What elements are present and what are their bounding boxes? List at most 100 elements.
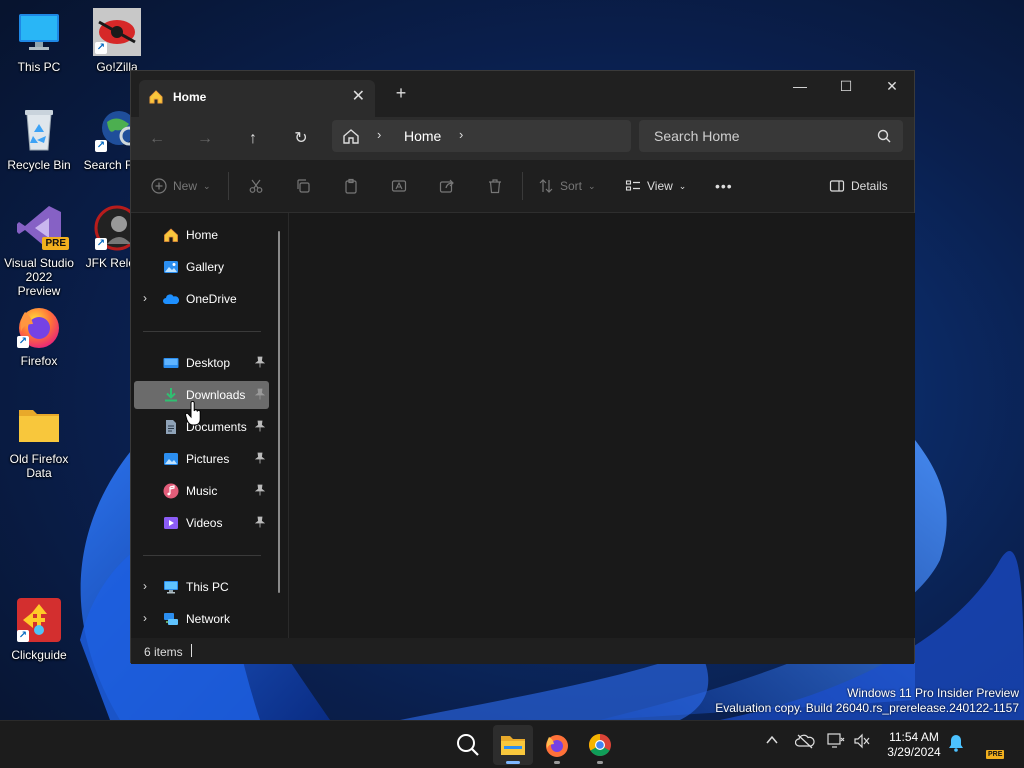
file-explorer-window[interactable]: Home ✕ + — ☐ ✕ ← → ↑ ↻ › Home › Search H… [130, 70, 915, 664]
sidebar-item-network[interactable]: › Network [134, 605, 269, 633]
chevron-right-icon[interactable]: › [143, 579, 147, 593]
clock[interactable]: 11:54 AM 3/29/2024 [876, 730, 952, 760]
desktop-icon-label: Clickguide [11, 648, 67, 662]
hand-cursor-icon [185, 400, 203, 427]
sidebar-item-desktop[interactable]: Desktop [134, 349, 269, 377]
chevron-right-icon[interactable]: › [143, 291, 147, 305]
desktop-icon-old-firefox-data[interactable]: Old Firefox Data [3, 400, 75, 480]
details-button[interactable]: Details [829, 175, 888, 197]
visual-studio-icon: PRE [15, 204, 69, 252]
breadcrumb-chevron-icon[interactable]: › [459, 127, 463, 142]
desktop-icon-recycle-bin[interactable]: Recycle Bin [3, 106, 75, 172]
sidebar-item-pictures[interactable]: Pictures [134, 445, 269, 473]
shortcut-arrow-icon: ↗ [17, 336, 29, 348]
view-button[interactable]: View ⌄ [625, 175, 686, 197]
sidebar-item-label: OneDrive [186, 292, 237, 306]
taskbar-firefox-button[interactable] [537, 725, 577, 765]
sort-button[interactable]: Sort ⌄ [538, 175, 596, 197]
active-indicator [506, 761, 520, 764]
close-tab-icon[interactable]: ✕ [352, 86, 365, 106]
more-options-button[interactable]: ••• [715, 175, 733, 197]
new-tab-button[interactable]: + [389, 83, 413, 104]
sidebar-item-onedrive[interactable]: › OneDrive [134, 285, 269, 313]
tray-pre-label: PRE [986, 750, 1005, 759]
sidebar-item-home[interactable]: Home [134, 221, 269, 249]
delete-button[interactable] [487, 175, 503, 197]
forward-button[interactable]: → [191, 125, 219, 153]
taskbar-search-button[interactable] [448, 725, 488, 765]
desktop-icon-this-pc[interactable]: This PC [3, 8, 75, 74]
network-status-icon[interactable] [827, 733, 845, 752]
navigation-pane[interactable]: Home Gallery › OneDrive Desktop Download… [131, 213, 289, 638]
monitor-icon [163, 579, 179, 595]
breadcrumb-chevron-icon[interactable]: › [377, 127, 381, 142]
new-label: New [173, 179, 198, 193]
desktop-icon-visual-studio[interactable]: PRE Visual Studio 2022 Preview [3, 204, 75, 298]
title-bar[interactable]: Home ✕ + — ☐ ✕ [131, 71, 914, 117]
refresh-button[interactable]: ↻ [287, 125, 315, 153]
pre-badge: PRE [42, 237, 69, 250]
volume-muted-icon[interactable] [853, 733, 871, 752]
pin-icon[interactable] [254, 484, 266, 496]
pin-icon[interactable] [254, 388, 266, 400]
sidebar-scrollbar[interactable] [278, 231, 280, 593]
sidebar-item-music[interactable]: Music [134, 477, 269, 505]
cut-button[interactable] [248, 175, 264, 197]
file-list-area[interactable] [289, 213, 915, 638]
close-window-button[interactable]: ✕ [869, 71, 915, 101]
search-box[interactable]: Search Home [639, 120, 903, 152]
sidebar-item-label: Music [186, 484, 218, 498]
pin-icon[interactable] [254, 452, 266, 464]
clipboard-icon [345, 178, 357, 194]
sidebar-item-label: Pictures [186, 452, 230, 466]
sort-icon [539, 179, 553, 193]
firefox-icon [546, 735, 568, 757]
chrome-icon [589, 734, 611, 756]
pin-icon[interactable] [254, 356, 266, 368]
desktop-icon-gozilla[interactable]: ↗ Go!Zilla [81, 8, 153, 74]
share-icon [439, 179, 454, 193]
pin-icon[interactable] [254, 516, 266, 528]
desktop-icon-firefox[interactable]: ↗ Firefox [3, 302, 75, 368]
taskbar-file-explorer-button[interactable] [493, 725, 533, 765]
rename-button[interactable] [391, 175, 407, 197]
share-button[interactable] [439, 175, 455, 197]
breadcrumb-home[interactable]: Home [404, 128, 441, 144]
copy-button[interactable] [295, 175, 311, 197]
desktop-icon-label: This PC [17, 60, 61, 74]
sidebar-item-gallery[interactable]: Gallery [134, 253, 269, 281]
chevron-down-icon: ⌄ [203, 180, 211, 191]
notification-bell-icon[interactable] [948, 734, 964, 755]
new-button[interactable]: New ⌄ [151, 175, 211, 197]
sidebar-item-this-pc[interactable]: › This PC [134, 573, 269, 601]
show-hidden-icons-chevron-icon[interactable] [765, 733, 779, 750]
search-icon [877, 129, 891, 143]
copy-icon [297, 179, 310, 193]
desktop-icon-clickguide[interactable]: ↗ Clickguide [3, 596, 75, 662]
build-watermark: Windows 11 Pro Insider Preview Evaluatio… [715, 686, 1019, 716]
sidebar-item-label: Downloads [186, 388, 246, 402]
pin-icon[interactable] [254, 420, 266, 432]
clock-time: 11:54 AM [889, 730, 939, 744]
recycle-bin-icon [15, 106, 63, 154]
onedrive-offline-icon[interactable] [794, 733, 815, 752]
desktop-icon-label: Old Firefox Data [9, 452, 69, 480]
paste-button[interactable] [343, 175, 359, 197]
up-button[interactable]: ↑ [239, 125, 267, 153]
search-placeholder: Search Home [654, 128, 740, 144]
chevron-right-icon[interactable]: › [143, 611, 147, 625]
back-button[interactable]: ← [143, 125, 171, 153]
maximize-button[interactable]: ☐ [823, 71, 869, 101]
taskbar-chrome-button[interactable] [580, 725, 620, 765]
shortcut-arrow-icon: ↗ [95, 238, 107, 250]
chevron-down-icon: ⌄ [678, 180, 687, 191]
content-area: Home Gallery › OneDrive Desktop Download… [131, 213, 915, 638]
minimize-button[interactable]: — [777, 71, 823, 101]
address-bar[interactable]: › Home › [332, 120, 631, 152]
desktop-icon-label: Firefox [20, 354, 58, 368]
gallery-icon [163, 259, 179, 275]
divider [522, 172, 523, 200]
tab-home[interactable]: Home ✕ [139, 80, 375, 117]
sidebar-item-videos[interactable]: Videos [134, 509, 269, 537]
divider [143, 555, 261, 556]
